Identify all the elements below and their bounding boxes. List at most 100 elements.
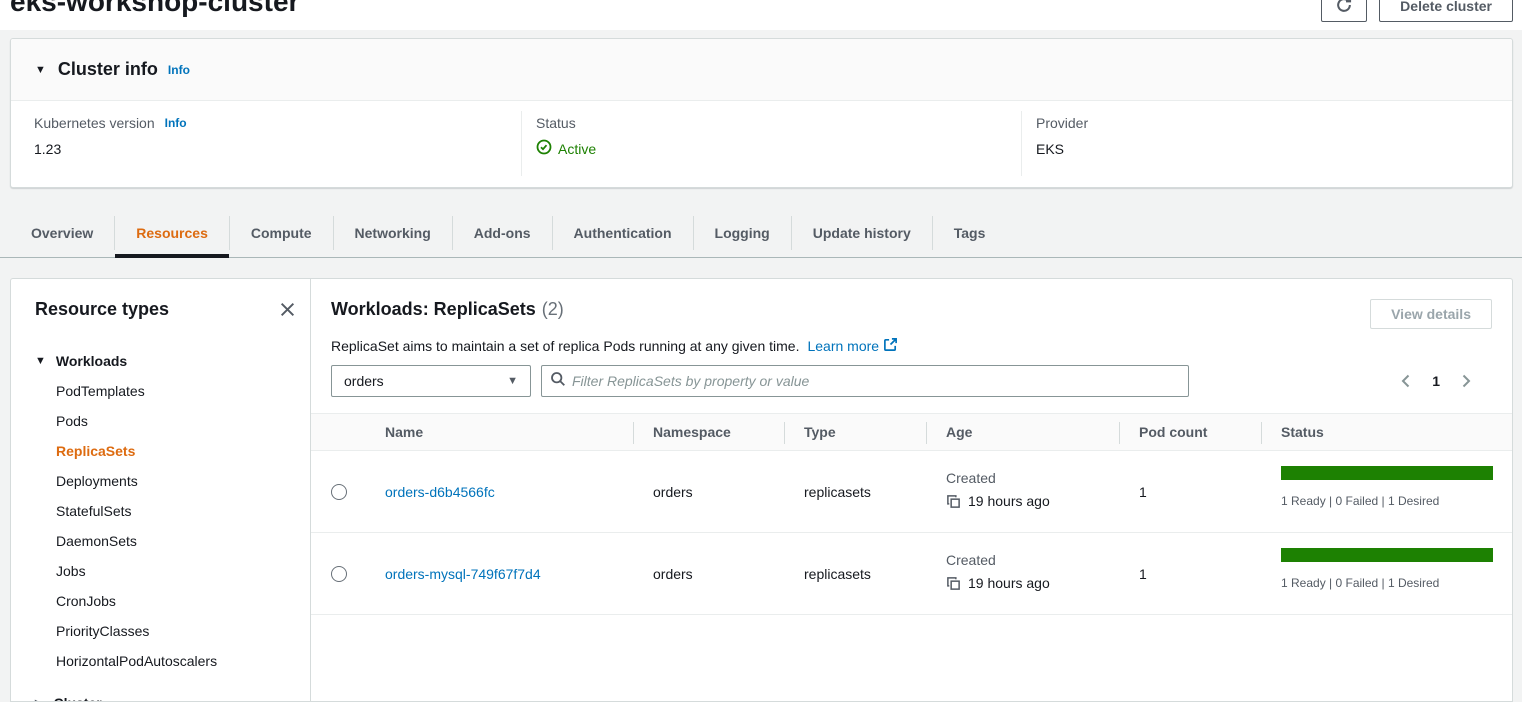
tab-compute[interactable]: Compute <box>230 209 333 257</box>
tree-group-label: Workloads <box>56 353 127 369</box>
row-namespace: orders <box>653 451 804 532</box>
replicasets-count: (2) <box>542 299 564 320</box>
age-value-text: 19 hours ago <box>968 493 1050 509</box>
row-type: replicasets <box>804 533 946 614</box>
provider-field: Provider EKS <box>1036 115 1088 157</box>
row-namespace: orders <box>653 533 804 614</box>
dropdown-value: orders <box>344 373 384 389</box>
resource-types-tree: ▼ Workloads PodTemplates Pods ReplicaSet… <box>35 346 296 702</box>
replicasets-heading: Workloads: ReplicaSets <box>331 299 536 320</box>
next-page-icon[interactable] <box>1458 373 1474 389</box>
replicasets-description: ReplicaSet aims to maintain a set of rep… <box>331 338 799 354</box>
eks-cluster-page: eks-workshop-cluster Delete cluster ▼ Cl… <box>0 0 1522 702</box>
sidebar-item-deployments[interactable]: Deployments <box>35 466 296 496</box>
age-created-label: Created <box>946 470 1139 486</box>
column-header-status: Status <box>1281 424 1512 440</box>
chevron-right-icon: ▶ <box>35 697 43 702</box>
refresh-button[interactable] <box>1321 0 1367 22</box>
close-icon[interactable] <box>279 301 296 318</box>
filter-category-dropdown[interactable]: orders ▼ <box>331 365 531 397</box>
tab-authentication[interactable]: Authentication <box>553 209 693 257</box>
tab-logging[interactable]: Logging <box>694 209 791 257</box>
current-page-number[interactable]: 1 <box>1432 373 1440 389</box>
row-age: Created 19 hours ago <box>946 533 1139 614</box>
cluster-info-header[interactable]: ▼ Cluster info Info <box>11 39 1512 101</box>
age-value-text: 19 hours ago <box>968 575 1050 591</box>
learn-more-label: Learn more <box>807 338 879 354</box>
sidebar-item-statefulsets[interactable]: StatefulSets <box>35 496 296 526</box>
status-label: Status <box>536 115 576 131</box>
row-status: 1 Ready | 0 Failed | 1 Desired <box>1281 451 1512 532</box>
cluster-info-panel: ▼ Cluster info Info Kubernetes version I… <box>10 38 1513 188</box>
header-actions: Delete cluster <box>1321 0 1513 22</box>
sidebar-item-jobs[interactable]: Jobs <box>35 556 296 586</box>
tab-update-history[interactable]: Update history <box>792 209 932 257</box>
sidebar-item-replicasets[interactable]: ReplicaSets <box>35 436 296 466</box>
status-summary-text: 1 Ready | 0 Failed | 1 Desired <box>1281 494 1493 508</box>
search-box <box>541 365 1189 397</box>
kubernetes-version-label: Kubernetes version <box>34 115 155 131</box>
refresh-icon <box>1335 0 1353 17</box>
page-title: eks-workshop-cluster <box>10 0 299 18</box>
kubernetes-version-value: 1.23 <box>34 141 187 157</box>
search-input[interactable] <box>572 373 1180 389</box>
copy-icon[interactable] <box>946 576 961 591</box>
cluster-tabs: Overview Resources Compute Networking Ad… <box>0 209 1522 258</box>
kubernetes-version-field: Kubernetes version Info 1.23 <box>34 115 187 157</box>
kubernetes-version-info-link[interactable]: Info <box>165 116 187 130</box>
replicaset-name-link[interactable]: orders-d6b4566fc <box>385 484 495 500</box>
provider-value: EKS <box>1036 141 1088 157</box>
row-status: 1 Ready | 0 Failed | 1 Desired <box>1281 533 1512 614</box>
tree-group-workloads[interactable]: ▼ Workloads <box>35 346 296 376</box>
column-divider <box>1021 111 1022 176</box>
row-age: Created 19 hours ago <box>946 451 1139 532</box>
status-summary-text: 1 Ready | 0 Failed | 1 Desired <box>1281 576 1493 590</box>
sidebar-item-cronjobs[interactable]: CronJobs <box>35 586 296 616</box>
table-row: orders-d6b4566fc orders replicasets Crea… <box>311 451 1512 533</box>
column-header-namespace: Namespace <box>653 424 804 440</box>
replicasets-main: Workloads: ReplicaSets (2) View details … <box>311 279 1512 701</box>
tab-add-ons[interactable]: Add-ons <box>453 209 552 257</box>
sidebar-item-pods[interactable]: Pods <box>35 406 296 436</box>
tree-group-cluster[interactable]: ▶ Cluster <box>35 688 296 702</box>
learn-more-link[interactable]: Learn more <box>807 337 898 355</box>
column-header-type: Type <box>804 424 946 440</box>
column-header-pod-count: Pod count <box>1139 424 1281 440</box>
row-radio-button[interactable] <box>331 484 347 500</box>
row-type: replicasets <box>804 451 946 532</box>
age-created-label: Created <box>946 552 1139 568</box>
search-icon <box>550 371 566 392</box>
status-field: Status Active <box>536 115 596 158</box>
sidebar-item-priorityclasses[interactable]: PriorityClasses <box>35 616 296 646</box>
resource-types-sidebar: Resource types ▼ Workloads PodTemplates … <box>11 279 311 701</box>
copy-icon[interactable] <box>946 494 961 509</box>
replicasets-table: Name Namespace Type Age Pod count Status… <box>311 413 1512 615</box>
row-pod-count: 1 <box>1139 451 1281 532</box>
status-check-icon <box>536 139 552 158</box>
table-row: orders-mysql-749f67f7d4 orders replicase… <box>311 533 1512 615</box>
tab-networking[interactable]: Networking <box>334 209 452 257</box>
row-pod-count: 1 <box>1139 533 1281 614</box>
column-header-age: Age <box>946 424 1139 440</box>
status-progress-bar <box>1281 548 1493 562</box>
row-radio-button[interactable] <box>331 566 347 582</box>
provider-label: Provider <box>1036 115 1088 131</box>
cluster-info-title: Cluster info <box>58 59 158 80</box>
sidebar-item-horizontalpodautoscalers[interactable]: HorizontalPodAutoscalers <box>35 646 296 676</box>
delete-cluster-button[interactable]: Delete cluster <box>1379 0 1513 22</box>
cluster-info-info-link[interactable]: Info <box>168 63 190 77</box>
column-divider <box>521 111 522 176</box>
sidebar-item-podtemplates[interactable]: PodTemplates <box>35 376 296 406</box>
filter-row: orders ▼ 1 <box>331 365 1492 397</box>
replicaset-name-link[interactable]: orders-mysql-749f67f7d4 <box>385 566 541 582</box>
previous-page-icon[interactable] <box>1398 373 1414 389</box>
sidebar-item-daemonsets[interactable]: DaemonSets <box>35 526 296 556</box>
tab-tags[interactable]: Tags <box>933 209 1007 257</box>
chevron-down-icon: ▼ <box>35 355 46 367</box>
view-details-button[interactable]: View details <box>1370 299 1492 329</box>
tab-resources[interactable]: Resources <box>115 209 229 257</box>
table-header-row: Name Namespace Type Age Pod count Status <box>311 413 1512 451</box>
collapse-caret-icon[interactable]: ▼ <box>35 64 46 76</box>
tree-group-label: Cluster <box>53 695 101 702</box>
tab-overview[interactable]: Overview <box>10 209 114 257</box>
